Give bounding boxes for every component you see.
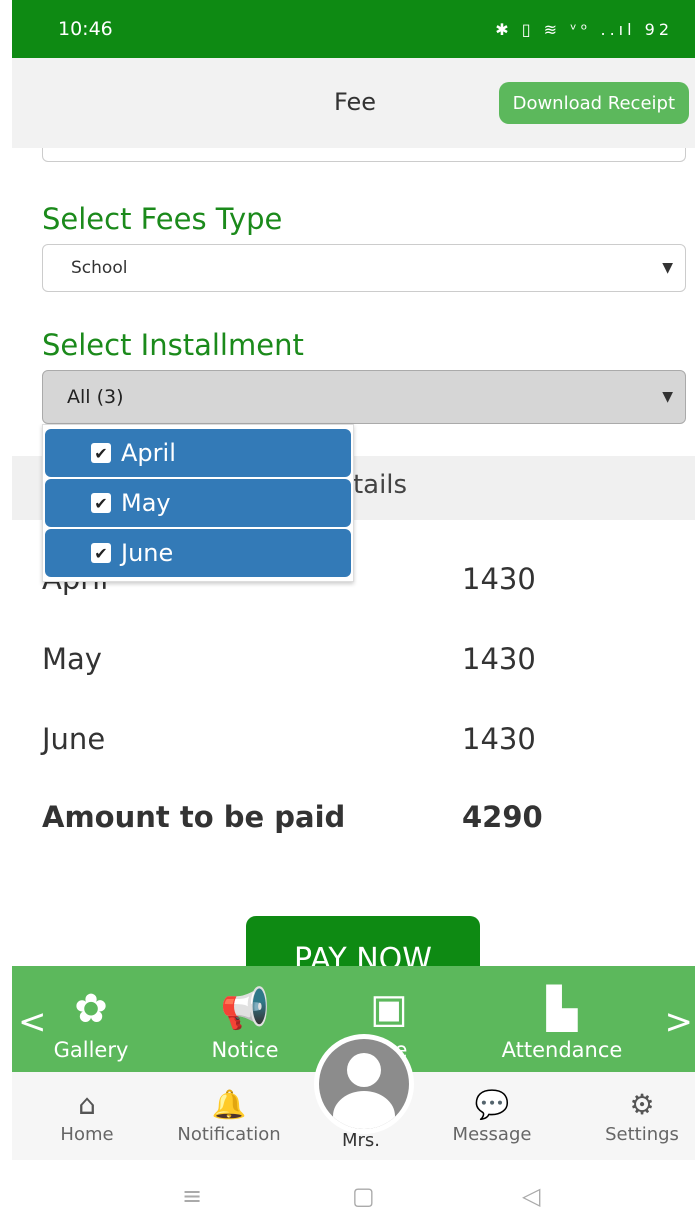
amount-row-value: 1430	[462, 642, 536, 676]
chevron-down-icon: ▼	[662, 260, 673, 276]
nav-tile-gallery[interactable]: ✿ Gallery	[36, 980, 146, 1062]
bottom-nav-notification[interactable]: 🔔 Notification	[164, 1086, 294, 1145]
status-icons: ✱ ▯ ≋ ᵛᵒ ..ıl 92	[495, 19, 673, 39]
gear-icon: ⚙	[629, 1088, 655, 1121]
menu-icon[interactable]: ≡	[182, 1182, 202, 1210]
checkbox-checked-icon[interactable]: ✔	[91, 493, 111, 513]
fees-type-value: School	[71, 258, 128, 278]
nav-tile-label: Attendance	[501, 1038, 623, 1062]
amount-row-value: 1430	[462, 722, 536, 756]
avatar-head	[347, 1053, 381, 1087]
installment-option-label: April	[121, 439, 176, 467]
bottom-nav-label: Home	[60, 1124, 114, 1145]
installment-option-june[interactable]: ✔ June	[45, 529, 351, 577]
bottom-nav-home[interactable]: ⌂ Home	[52, 1086, 122, 1145]
installment-label: Select Installment	[42, 328, 304, 362]
nav-tile-attendance[interactable]: ▙ Attendance	[482, 980, 642, 1062]
previous-field-bottom	[42, 148, 686, 162]
fees-type-select[interactable]: School ▼	[42, 244, 686, 292]
bottom-nav-label: Notification	[177, 1124, 281, 1145]
nav-tile-label: Notice	[211, 1038, 279, 1062]
status-bar: 10:46 ✱ ▯ ≋ ᵛᵒ ..ıl 92	[12, 0, 695, 58]
megaphone-icon: 📢	[220, 986, 270, 1032]
installment-value: All (3)	[67, 386, 124, 408]
avatar-image	[319, 1039, 409, 1129]
download-receipt-button[interactable]: Download Receipt	[498, 82, 689, 124]
flower-icon: ✿	[74, 986, 108, 1032]
home-square-icon[interactable]: ▢	[352, 1182, 375, 1210]
checkbox-checked-icon[interactable]: ✔	[91, 543, 111, 563]
status-time: 10:46	[58, 18, 113, 40]
home-icon: ⌂	[78, 1088, 96, 1121]
installment-option-may[interactable]: ✔ May	[45, 479, 351, 527]
profile-label: Mrs.	[342, 1130, 381, 1151]
chat-icon: 💬	[474, 1088, 510, 1121]
app-header: Fee Download Receipt	[12, 58, 695, 148]
installment-option-april[interactable]: ✔ April	[45, 429, 351, 477]
wallet-icon: ▣	[370, 986, 408, 1032]
installment-dropdown: ✔ April ✔ May ✔ June	[42, 424, 354, 582]
amount-total-value: 4290	[462, 800, 543, 834]
app-screen: 10:46 ✱ ▯ ≋ ᵛᵒ ..ıl 92 Fee Download Rece…	[12, 0, 695, 1232]
checkbox-checked-icon[interactable]: ✔	[91, 443, 111, 463]
back-icon[interactable]: ◁	[522, 1182, 540, 1210]
avatar-body	[333, 1091, 395, 1129]
bell-icon: 🔔	[211, 1088, 247, 1121]
system-nav-bar: ≡ ▢ ◁	[12, 1160, 695, 1232]
nav-tile-label: Gallery	[53, 1038, 129, 1062]
amount-row-value: 1430	[462, 562, 536, 596]
bottom-nav-label: Settings	[605, 1124, 679, 1145]
amount-total-label: Amount to be paid	[42, 800, 346, 834]
chevron-right-icon[interactable]: >	[665, 1002, 694, 1042]
installment-option-label: June	[121, 539, 174, 567]
page-title: Fee	[334, 88, 377, 116]
nav-tile-notice[interactable]: 📢 Notice	[190, 980, 300, 1062]
desk-icon: ▙	[546, 986, 578, 1032]
avatar[interactable]	[314, 1034, 414, 1134]
amount-row-label: June	[42, 722, 106, 756]
installment-select[interactable]: All (3) ▼	[42, 370, 686, 424]
bottom-nav-message[interactable]: 💬 Message	[442, 1086, 542, 1145]
chevron-down-icon: ▼	[662, 389, 673, 405]
fees-type-label: Select Fees Type	[42, 202, 283, 236]
bottom-nav-settings[interactable]: ⚙ Settings	[596, 1086, 688, 1145]
installment-option-label: May	[121, 489, 171, 517]
amount-row-label: May	[42, 642, 102, 676]
bottom-nav-label: Message	[452, 1124, 532, 1145]
